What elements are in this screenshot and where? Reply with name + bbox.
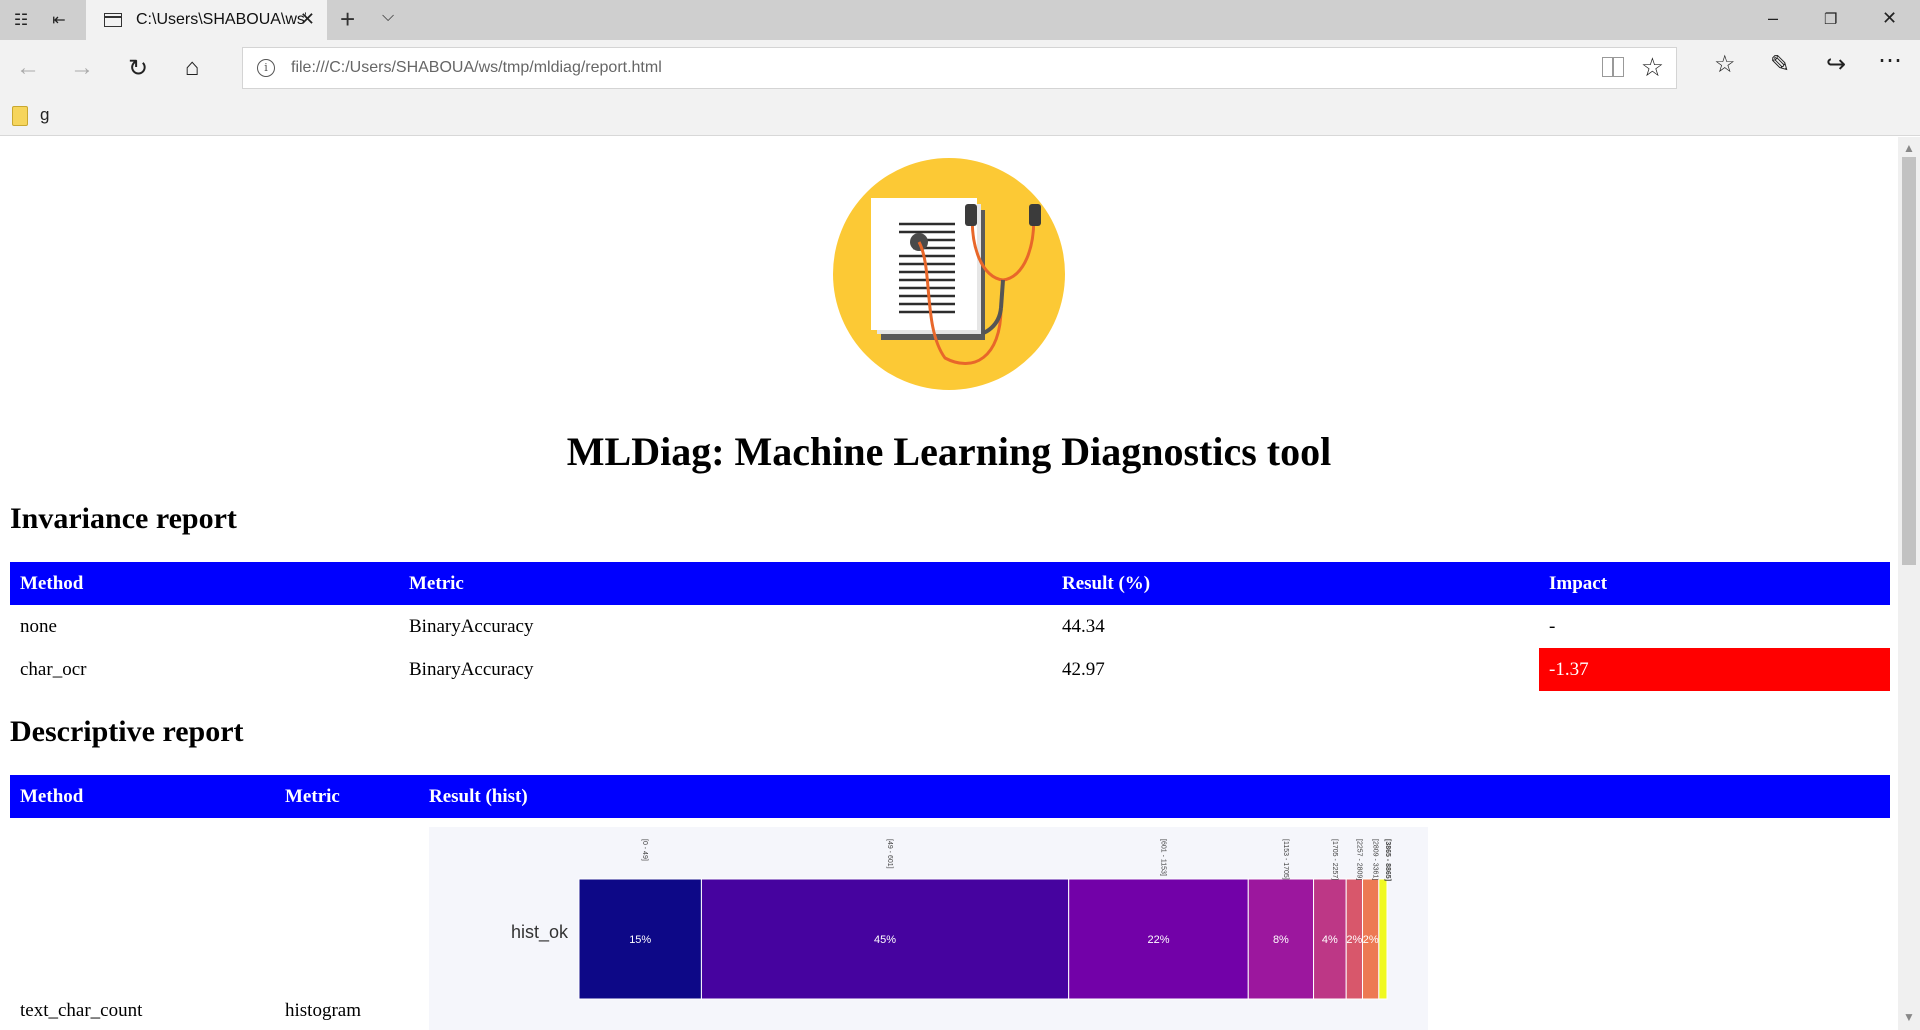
result-cell: 42.97	[1062, 658, 1105, 680]
histogram-category-label: [0 - 49]	[641, 839, 648, 861]
page-title: MLDiag: Machine Learning Diagnostics too…	[566, 429, 1332, 474]
column-header: Method	[10, 775, 275, 818]
histogram-category-label: [1153 - 1705]	[1282, 839, 1289, 880]
impact-cell: -	[1549, 615, 1556, 637]
table-header-row: Method Metric Result (hist)	[10, 775, 1890, 818]
share-icon[interactable]: ↪	[1826, 50, 1846, 79]
new-tab-icon[interactable]: +	[340, 4, 355, 35]
column-header: Method	[10, 562, 399, 605]
home-icon[interactable]: ⌂	[176, 52, 208, 84]
invariance-heading: Invariance report	[10, 502, 237, 535]
favorite-item-g[interactable]: g	[40, 105, 49, 125]
result-cell: 44.34	[1062, 615, 1105, 637]
impact-cell-negative: -1.37	[1539, 648, 1890, 691]
minimize-icon[interactable]: –	[1768, 8, 1778, 29]
back-icon[interactable]: ←	[12, 52, 44, 84]
table-row: none BinaryAccuracy 44.34 -	[10, 605, 1890, 648]
table-row: char_ocr BinaryAccuracy 42.97 -1.37	[10, 648, 1890, 691]
histogram-data-label: 4%	[1322, 934, 1338, 946]
scroll-up-icon[interactable]: ▲	[1903, 141, 1915, 155]
histogram-chart: hist_ok 15% [0 - 49] 45% [49 - 601] 22% [601 …	[429, 827, 1428, 1030]
method-cell: text_char_count	[20, 1000, 143, 1021]
histogram-category-label: [3865 - 8865]	[1384, 839, 1391, 881]
folder-icon[interactable]	[12, 106, 28, 126]
column-header: Metric	[399, 562, 1052, 605]
histogram-data-label: 2%	[1346, 934, 1362, 946]
method-cell: char_ocr	[20, 658, 87, 680]
histogram-category-label: [601 - 1153]	[1159, 839, 1166, 876]
table-header-row: Method Metric Result (%) Impact	[10, 562, 1890, 605]
histogram-data-label: 2%	[1363, 934, 1379, 946]
method-cell: none	[20, 615, 57, 637]
metric-cell: histogram	[285, 1000, 361, 1021]
scroll-down-icon[interactable]: ▼	[1903, 1010, 1915, 1024]
invariance-table: Method Metric Result (%) Impact none Bin…	[10, 562, 1890, 691]
histogram-data-label: 45%	[874, 934, 896, 946]
column-header: Result (hist)	[419, 775, 1890, 818]
address-bar[interactable]: i file:///C:/Users/SHABOUA/ws/tmp/mldiag…	[242, 47, 1677, 89]
metric-cell: BinaryAccuracy	[409, 658, 534, 680]
tab-title: C:\Users\SHABOUA\ws\	[136, 11, 306, 28]
descriptive-heading: Descriptive report	[10, 715, 244, 748]
histogram-data-label: 15%	[629, 934, 651, 946]
histogram-category-label: [1705 - 2257]	[1331, 839, 1338, 880]
pen-icon[interactable]: ✎	[1770, 50, 1790, 79]
info-icon[interactable]: i	[257, 59, 275, 77]
metric-cell: BinaryAccuracy	[409, 615, 534, 637]
page-content: MLDiag: Machine Learning Diagnostics too…	[0, 137, 1898, 1030]
favorite-star-icon[interactable]: ☆	[1641, 52, 1664, 83]
column-header: Result (%)	[1052, 562, 1539, 605]
histogram-category-label: [49 - 601]	[886, 839, 893, 869]
histogram-category-label: [2257 - 2809]	[1355, 839, 1362, 880]
tab-active[interactable]: C:\Users\SHABOUA\ws\ ✕	[86, 0, 327, 40]
page-icon	[104, 13, 122, 27]
vertical-scrollbar[interactable]: ▲ ▼	[1898, 137, 1920, 1030]
tab-strip: ☷ ⇤ C:\Users\SHABOUA\ws\ ✕ + ⌵ – ❐ ✕	[0, 0, 1920, 40]
address-url[interactable]: file:///C:/Users/SHABOUA/ws/tmp/mldiag/r…	[291, 59, 662, 77]
favorites-bar: g	[0, 96, 1920, 136]
close-window-icon[interactable]: ✕	[1882, 8, 1897, 29]
tab-preview-icon[interactable]: ☷	[8, 8, 34, 32]
reading-view-icon[interactable]	[1602, 57, 1624, 77]
column-header: Metric	[275, 775, 419, 818]
histogram-svg: 15% [0 - 49] 45% [49 - 601] 22% [601 - 1153] 8…	[578, 839, 1391, 1000]
histogram-data-label: 8%	[1273, 934, 1289, 946]
refresh-icon[interactable]: ↻	[122, 52, 154, 84]
histogram-category-label: [2809 - 3361]	[1372, 839, 1379, 880]
favorites-hub-icon[interactable]: ☆	[1714, 50, 1736, 79]
column-header: Impact	[1539, 562, 1890, 605]
forward-icon[interactable]: →	[66, 52, 98, 84]
navigation-bar: ← → ↻ ⌂ i file:///C:/Users/SHABOUA/ws/tm…	[0, 40, 1920, 96]
histogram-data-label: 22%	[1147, 934, 1169, 946]
scrollbar-thumb[interactable]	[1902, 157, 1916, 565]
set-tabs-aside-icon[interactable]: ⇤	[46, 8, 72, 32]
chevron-down-icon[interactable]: ⌵	[382, 8, 394, 26]
restore-icon[interactable]: ❐	[1824, 10, 1837, 28]
histogram-segment	[1378, 878, 1388, 1000]
stethoscope-document-logo	[833, 158, 1065, 390]
more-icon[interactable]: ⋯	[1878, 46, 1902, 75]
close-tab-icon[interactable]: ✕	[300, 9, 315, 30]
